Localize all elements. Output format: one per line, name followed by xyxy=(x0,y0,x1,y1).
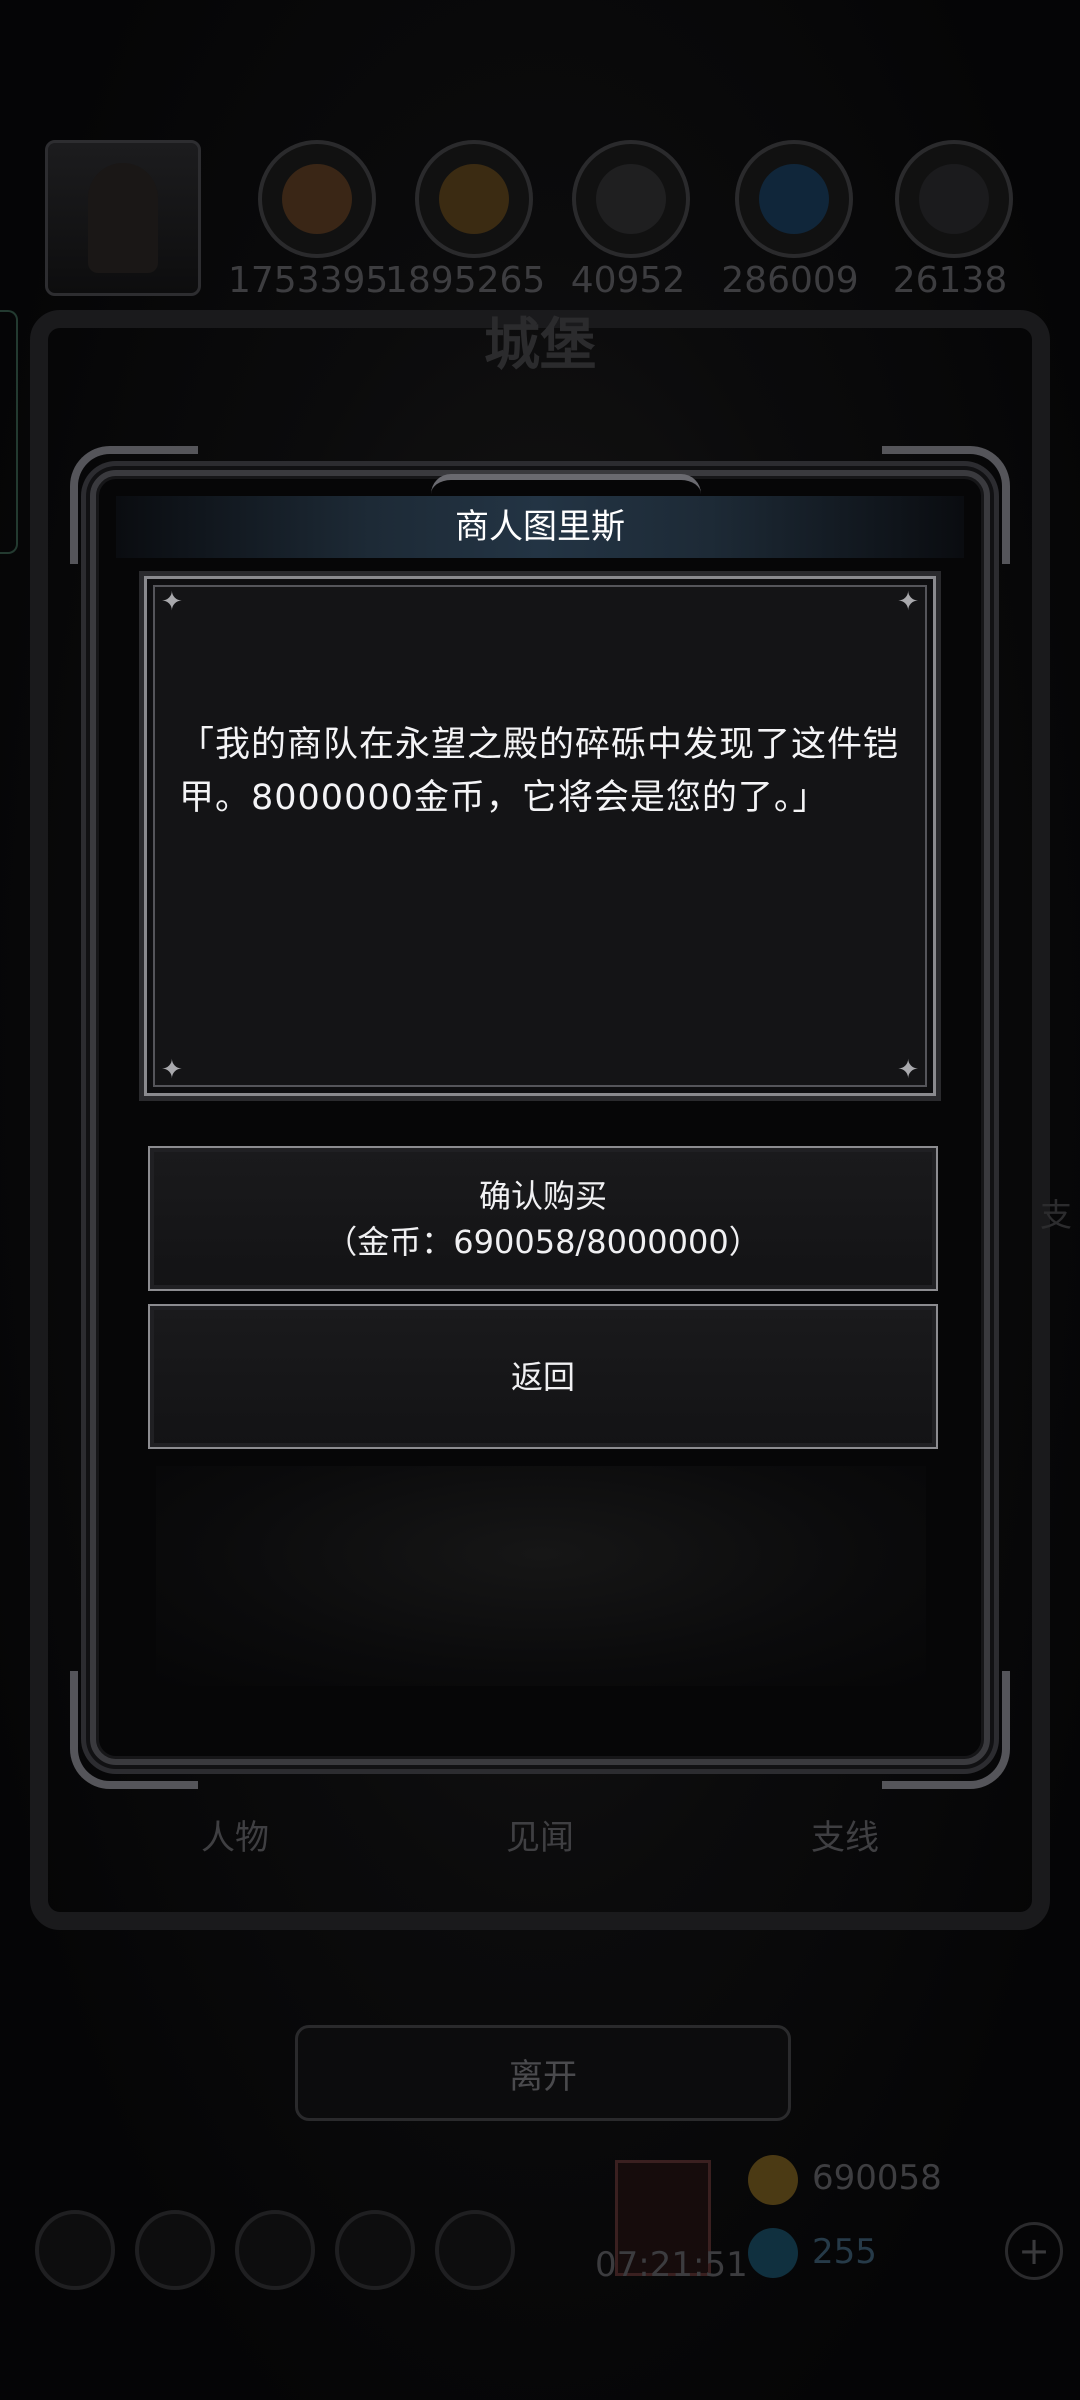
dialog-lower-texture xyxy=(156,1466,926,1686)
sparkle-icon: ✦ xyxy=(161,1055,183,1085)
back-button[interactable]: 返回 xyxy=(148,1304,938,1449)
menu-icon-5[interactable] xyxy=(435,2210,515,2290)
sparkle-icon: ✦ xyxy=(897,587,919,617)
merchant-dialog: 商人图里斯 ✦ ✦ ✦ ✦ 「我的商队在永望之殿的碎砾中发现了这件铠甲。8000… xyxy=(70,446,1010,1789)
dialog-title: 商人图里斯 xyxy=(455,507,625,547)
gold-coin-icon xyxy=(748,2155,798,2205)
resource-4-icon xyxy=(735,140,853,258)
resource-5-value: 26138 xyxy=(892,260,1008,301)
resource-1-value: 1753395 xyxy=(228,260,389,301)
tab-news[interactable]: 见闻 xyxy=(440,1810,640,1859)
frame-ornament xyxy=(882,1671,1010,1789)
frame-ornament xyxy=(70,1671,198,1789)
resource-2-value: 1895265 xyxy=(385,260,546,301)
tab-sidequest[interactable]: 支线 xyxy=(745,1810,945,1859)
sparkle-icon: ✦ xyxy=(897,1055,919,1085)
bottom-icon-bar xyxy=(30,2200,1050,2340)
resource-1-icon xyxy=(258,140,376,258)
menu-icon-2[interactable] xyxy=(135,2210,215,2290)
back-label: 返回 xyxy=(510,1357,575,1396)
menu-icon-4[interactable] xyxy=(335,2210,415,2290)
add-currency-button[interactable]: + xyxy=(1005,2222,1063,2280)
gem-amount: 255 xyxy=(812,2232,877,2272)
tab-character[interactable]: 人物 xyxy=(135,1810,335,1859)
gift-timer: 07:21:51 xyxy=(595,2245,748,2285)
menu-icon-3[interactable] xyxy=(235,2210,315,2290)
dialog-title-bar: 商人图里斯 xyxy=(116,474,964,558)
purchase-cost: （金币：690058/8000000） xyxy=(325,1222,761,1261)
hero-portrait[interactable] xyxy=(45,140,201,296)
menu-icon-1[interactable] xyxy=(35,2210,115,2290)
confirm-purchase-button[interactable]: 确认购买 （金币：690058/8000000） xyxy=(148,1146,938,1291)
resource-2-icon xyxy=(415,140,533,258)
castle-title: 城堡 xyxy=(484,313,596,378)
resource-5-icon xyxy=(895,140,1013,258)
merchant-message: 「我的商队在永望之殿的碎砾中发现了这件铠甲。8000000金币，它将会是您的了。… xyxy=(179,725,900,818)
message-panel: ✦ ✦ ✦ ✦ 「我的商队在永望之殿的碎砾中发现了这件铠甲。8000000金币，… xyxy=(144,576,936,1096)
sparkle-icon: ✦ xyxy=(161,587,183,617)
gem-icon xyxy=(748,2228,798,2278)
side-tab-hint: 支 xyxy=(1040,1196,1073,1234)
confirm-purchase-label: 确认购买 xyxy=(478,1176,607,1215)
resource-4-value: 286009 xyxy=(721,260,859,301)
resource-3-icon xyxy=(572,140,690,258)
resource-bar: 1753395 1895265 40952 286009 26138 xyxy=(0,130,1080,301)
resource-3-value: 40952 xyxy=(570,260,686,301)
gold-amount: 690058 xyxy=(812,2158,942,2198)
bottom-tabs: 人物 见闻 支线 xyxy=(60,1810,1020,1870)
leave-button[interactable]: 离开 xyxy=(295,2025,791,2121)
